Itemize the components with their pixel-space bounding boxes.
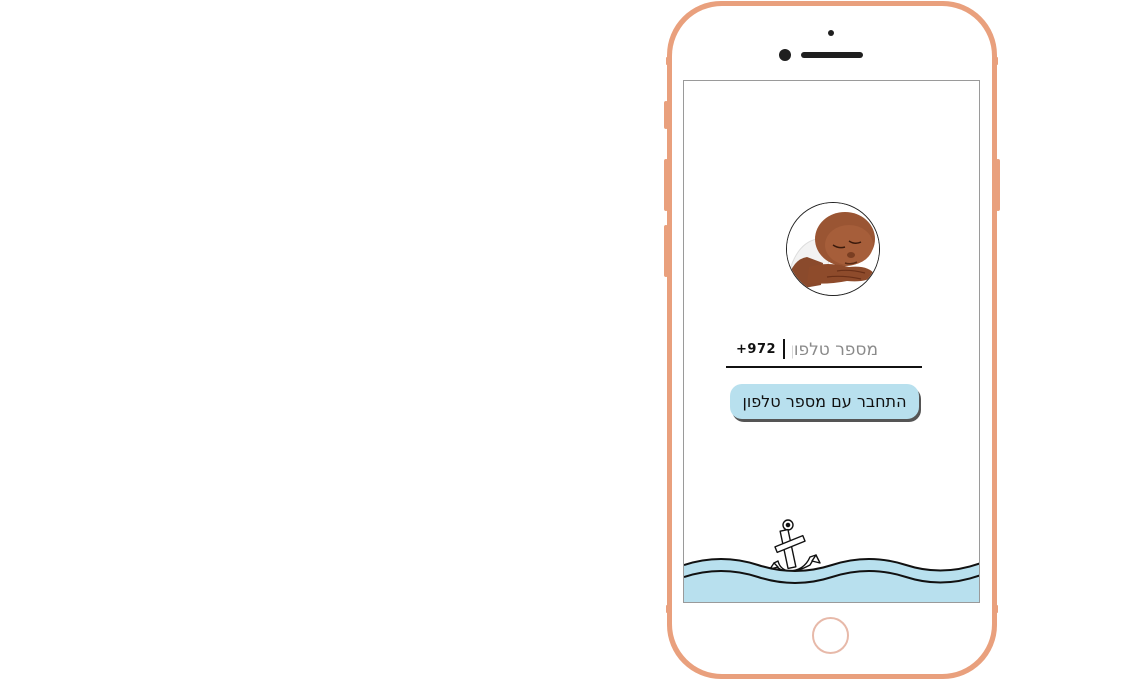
water-waves-decoration [684,519,979,602]
volume-down-button [664,225,668,277]
avatar [786,202,880,296]
phone-frame: +972 התחבר עם מספר טלפון [664,1,1000,679]
power-button [996,159,1000,211]
phone-number-input[interactable] [792,337,922,363]
mute-switch [664,101,668,129]
stage: +972 התחבר עם מספר טלפון [0,0,1124,683]
antenna-line [996,605,998,613]
phone-number-row: +972 [726,335,922,368]
antenna-line [996,57,998,65]
app-screen: +972 התחבר עם מספר טלפון [683,80,980,603]
earpiece-speaker [801,52,863,58]
country-code-divider [783,339,785,359]
home-button[interactable] [812,617,849,654]
antenna-line [666,57,668,65]
sleeping-baby-photo [787,203,879,295]
anchor-icon [769,519,821,573]
front-camera-icon [779,49,791,61]
connect-with-phone-button[interactable]: התחבר עם מספר טלפון [730,384,919,419]
antenna-line [666,605,668,613]
proximity-sensor [828,30,834,36]
volume-up-button [664,159,668,211]
country-code: +972 [736,342,777,357]
